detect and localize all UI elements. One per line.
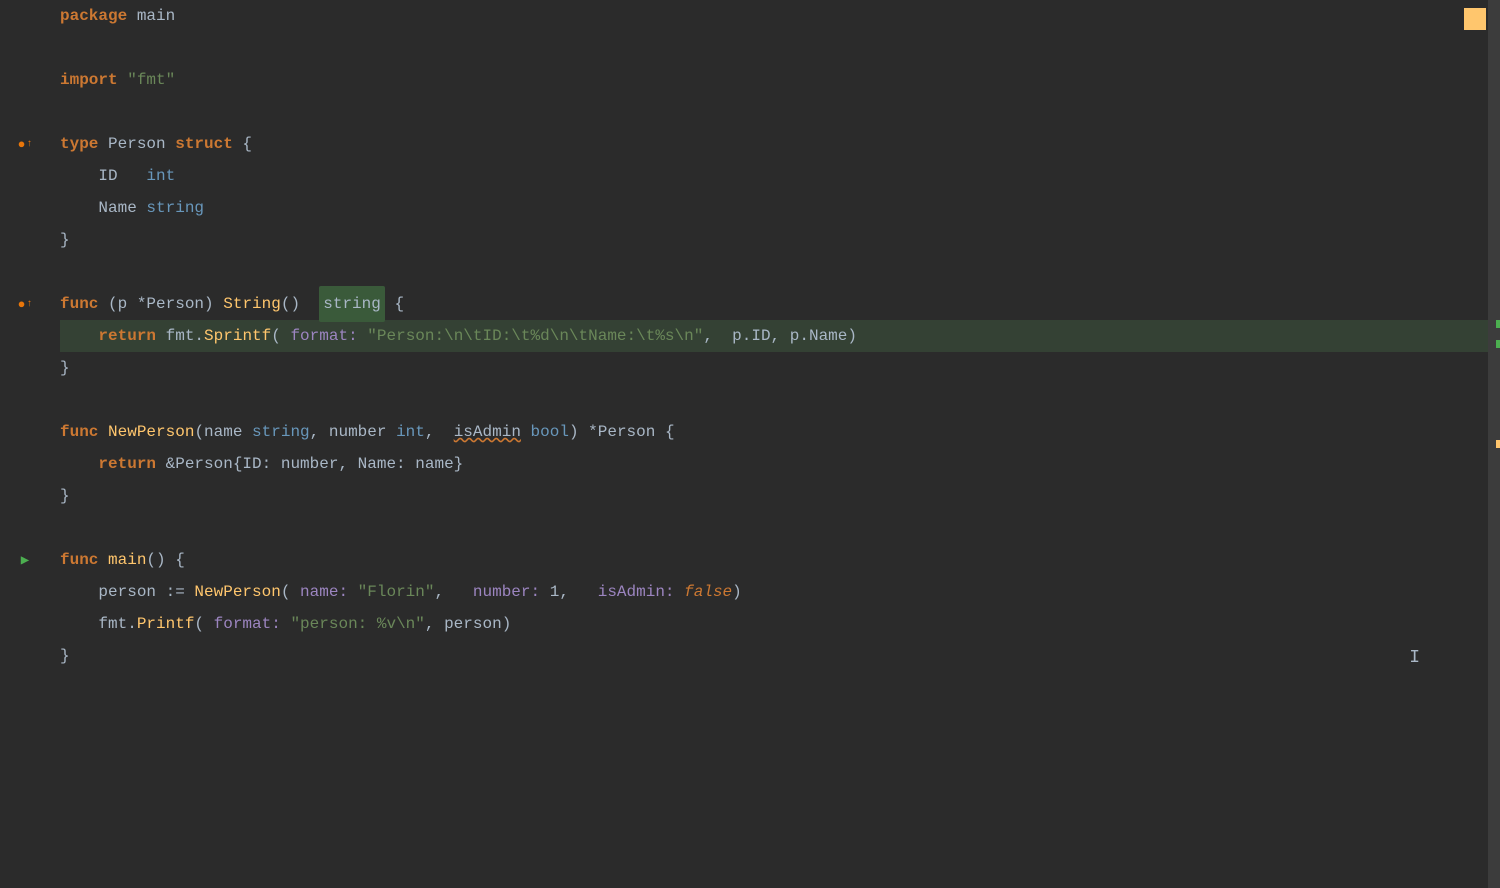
method-printf: Printf: [137, 608, 195, 640]
scrollbar-marker-green-2: [1496, 340, 1500, 348]
gutter-line-15: [0, 448, 50, 480]
gutter-line-19: [0, 576, 50, 608]
string-florin: "Florin": [358, 576, 435, 608]
gutter-line-21: [0, 640, 50, 672]
code-line-18: func main() {: [60, 544, 1500, 576]
gutter-line-3: [0, 64, 50, 96]
scrollbar[interactable]: [1488, 0, 1500, 888]
method-main: main: [108, 544, 146, 576]
code-line-3: import "fmt": [60, 64, 1500, 96]
code-line-1: package main: [60, 0, 1500, 32]
bool-false: false: [684, 576, 732, 608]
arrow-up-orange-icon-2: ●↑: [18, 297, 33, 312]
code-line-6: ID int: [60, 160, 1500, 192]
param-isadmin: isAdmin: [454, 416, 521, 448]
scrollbar-marker-yellow: [1496, 440, 1500, 448]
code-line-9: [60, 256, 1500, 288]
type-int-param: int: [396, 416, 425, 448]
keyword-package: package: [60, 0, 127, 32]
gutter-line-20: [0, 608, 50, 640]
code-line-21: }: [60, 640, 1500, 672]
code-line-15: return &Person{ID: number, Name: name}: [60, 448, 1500, 480]
param-format-1: format:: [290, 320, 357, 352]
gutter-line-14: [0, 416, 50, 448]
param-name-label: name:: [300, 576, 348, 608]
string-sprintf-format: "Person:\n\tID:\t%d\n\tName:\t%s\n": [367, 320, 703, 352]
code-line-10: func (p *Person) String() string {: [60, 288, 1500, 320]
keyword-import: import: [60, 64, 118, 96]
code-line-16: }: [60, 480, 1500, 512]
code-line-12: }: [60, 352, 1500, 384]
method-string: String: [223, 288, 281, 320]
gutter-line-7: [0, 192, 50, 224]
code-line-20: fmt.Printf( format: "person: %v\n", pers…: [60, 608, 1500, 640]
method-sprintf: Sprintf: [204, 320, 271, 352]
text-cursor: I: [1409, 648, 1420, 668]
keyword-return-2: return: [98, 448, 156, 480]
type-string-param: string: [252, 416, 310, 448]
gutter-line-17: [0, 512, 50, 544]
arrow-up-orange-icon-1: ●↑: [18, 137, 33, 152]
run-green-icon: ▶: [21, 552, 29, 569]
code-line-4: [60, 96, 1500, 128]
code-line-19: person := NewPerson( name: "Florin", num…: [60, 576, 1500, 608]
keyword-func-main: func: [60, 544, 98, 576]
gutter-line-5[interactable]: ●↑: [0, 128, 50, 160]
gutter: ●↑ ●↑ ▶: [0, 0, 50, 888]
keyword-return-1: return: [98, 320, 156, 352]
code-line-2: [60, 32, 1500, 64]
keyword-func-2: func: [60, 288, 98, 320]
gutter-line-10[interactable]: ●↑: [0, 288, 50, 320]
type-string-name: string: [146, 192, 204, 224]
return-type-string: string: [319, 286, 385, 322]
code-line-13: [60, 384, 1500, 416]
string-printf-format: "person: %v\n": [290, 608, 424, 640]
keyword-func-3: func: [60, 416, 98, 448]
code-line-17: [60, 512, 1500, 544]
code-line-11: return fmt.Sprintf( format: "Person:\n\t…: [60, 320, 1500, 352]
gutter-line-2: [0, 32, 50, 64]
gutter-line-13: [0, 384, 50, 416]
code-area[interactable]: package main import "fmt" type Person st…: [50, 0, 1500, 888]
gutter-line-4: [0, 96, 50, 128]
scrollbar-marker-green-1: [1496, 320, 1500, 328]
gutter-line-16: [0, 480, 50, 512]
gutter-line-1: [0, 0, 50, 32]
param-number-label: number:: [473, 576, 540, 608]
code-line-8: }: [60, 224, 1500, 256]
string-fmt: "fmt": [127, 64, 175, 96]
gutter-line-8: [0, 224, 50, 256]
gutter-line-12: [0, 352, 50, 384]
param-format-2: format:: [214, 608, 281, 640]
method-newperson: NewPerson: [108, 416, 194, 448]
keyword-struct: struct: [175, 128, 233, 160]
gutter-line-6: [0, 160, 50, 192]
code-line-14: func NewPerson(name string, number int, …: [60, 416, 1500, 448]
code-line-7: Name string: [60, 192, 1500, 224]
type-bool: bool: [531, 416, 569, 448]
param-isadmin-label: isAdmin:: [598, 576, 675, 608]
gutter-line-18[interactable]: ▶: [0, 544, 50, 576]
editor-container: ●↑ ●↑ ▶: [0, 0, 1500, 888]
call-newperson: NewPerson: [194, 576, 280, 608]
type-int-id: int: [146, 160, 175, 192]
gutter-line-9: [0, 256, 50, 288]
code-line-5: type Person struct {: [60, 128, 1500, 160]
keyword-type: type: [60, 128, 98, 160]
gutter-line-11: [0, 320, 50, 352]
